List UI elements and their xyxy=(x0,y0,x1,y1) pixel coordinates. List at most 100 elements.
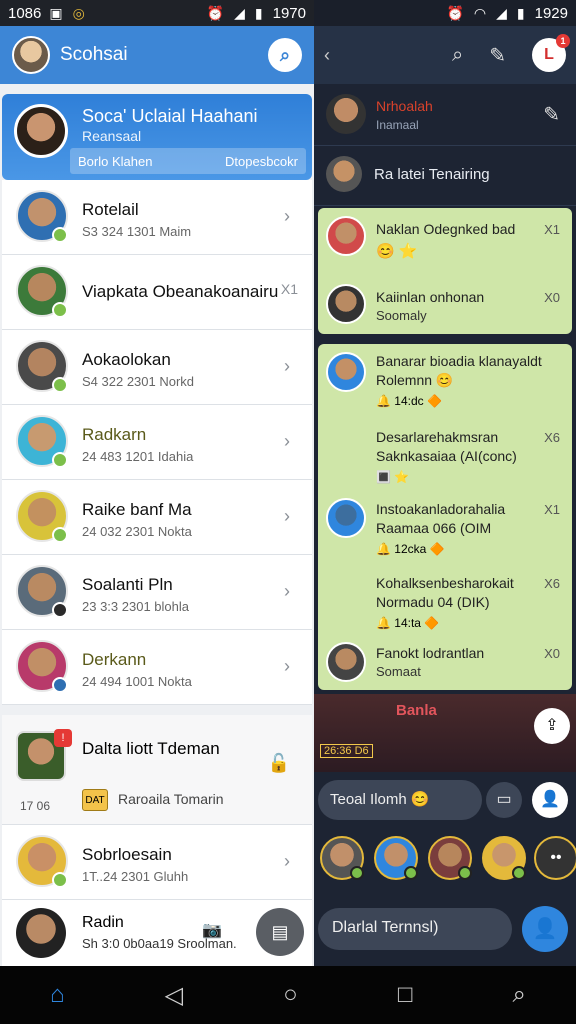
message-title: Kohalksenbesharokait xyxy=(376,575,514,591)
count-label: X1 xyxy=(544,222,560,237)
share-icon[interactable]: ⇪ xyxy=(534,708,570,744)
contact-sub: 1T..24 2301 Gluhh xyxy=(82,869,189,884)
contact-row[interactable]: Derkann 24 494 1001 Nokta › xyxy=(2,630,312,705)
detail-header: ‹ ⌕ ✎ L1 xyxy=(314,26,576,84)
contact-sub: S4 322 2301 Norkd xyxy=(82,374,195,389)
count-label: X1 xyxy=(544,502,560,517)
notification-icon[interactable]: L1 xyxy=(532,34,570,72)
screen: 1086 ▣ ◎ ⏰ ◢ ▮ 1970 ⏰ ◠ ◢ ▮ 1929 Scohsai… xyxy=(0,0,576,1024)
contact-row[interactable]: Radin Sh 3:0 0b0aa19 Sroolman. 📷 ▤ xyxy=(2,900,312,966)
message-item[interactable]: Desarlarehakmsran Saknkasaiaa (AI(conc) … xyxy=(318,424,572,496)
battery-icon: ▮ xyxy=(516,4,525,21)
compose-input[interactable]: Dlarlal Ternnsl) xyxy=(318,908,512,950)
back-icon[interactable]: ‹ xyxy=(324,45,330,66)
story-avatar[interactable] xyxy=(482,836,526,880)
message-item[interactable]: Kaiinlan onhonan Soomaly X0 xyxy=(318,274,572,334)
emoji-row: 🔔 14:ta 🔶 xyxy=(376,616,440,630)
message-item[interactable]: Fanokt lodrantlan Somaat X0 xyxy=(318,640,572,690)
message-input[interactable]: Teoal Ilomh 😊 xyxy=(318,780,482,820)
home-icon[interactable]: ⌂ xyxy=(50,981,65,1009)
message-card-2: Banarar bioadia klanayaldt Rolemnn 😊 🔔 1… xyxy=(318,344,572,690)
chevron-right-icon: › xyxy=(284,851,290,871)
contact-list: Rotelail S3 324 1301 Maim › Viapkata Obe… xyxy=(2,180,312,705)
story-avatar[interactable] xyxy=(320,836,364,880)
search-icon[interactable]: ⌕ xyxy=(452,44,463,67)
chevron-right-icon: › xyxy=(284,431,290,451)
message-title: Banarar bioadia klanayaldt xyxy=(376,353,542,369)
contact-name: Derkann xyxy=(82,650,147,669)
contact-row[interactable]: Viapkata Obeanakoanairu X1 xyxy=(2,255,312,330)
story-avatar[interactable] xyxy=(374,836,418,880)
time-text: 1086 xyxy=(8,4,42,22)
search-icon[interactable]: ⌕ xyxy=(512,981,525,1009)
emoji-row: 🔳 ⭐ xyxy=(376,470,410,484)
group-tag: DAT xyxy=(82,789,108,811)
pin-icon[interactable]: ✎ xyxy=(489,43,506,68)
message-title: Desarlarehakmsran xyxy=(376,429,499,445)
online-indicator xyxy=(52,872,68,888)
message-item[interactable]: Instoakanladorahalia Raamaa 066 (OIM 🔔 1… xyxy=(318,496,572,570)
contact-row[interactable]: Aokaolokan S4 322 2301 Norkd › xyxy=(2,330,312,405)
strip-left: Borlo Klahen xyxy=(78,153,153,169)
online-indicator xyxy=(52,227,68,243)
camera-icon[interactable]: 📷 xyxy=(202,920,222,940)
new-chat-button[interactable]: ▤ xyxy=(256,908,304,956)
chevron-right-icon: › xyxy=(284,206,290,226)
clock-text: 1970 xyxy=(272,4,306,22)
profile-avatar[interactable] xyxy=(12,36,50,74)
message-item[interactable]: Naklan Odegnked bad 😊 ⭐ X1 xyxy=(318,208,572,272)
wifi-icon: ◠ xyxy=(473,4,487,21)
group-chat-row[interactable]: ! Dalta liott Tdeman 17 06 DAT Raroaila … xyxy=(2,715,312,825)
emoji-row: 😊 ⭐ xyxy=(376,243,418,260)
contacts-button[interactable]: 👤 xyxy=(522,906,568,952)
contact-row[interactable]: Sobrloesain 1T..24 2301 Gluhh › xyxy=(2,825,312,900)
message-title-2: Normadu 04 (DIK) xyxy=(376,594,490,610)
message-item[interactable]: Banarar bioadia klanayaldt Rolemnn 😊 🔔 1… xyxy=(318,344,572,418)
group-time: 17 06 xyxy=(20,799,51,813)
detail-name: Nrhoalah xyxy=(376,98,433,114)
chat-list-panel: Scohsai ⌕ Soca' Uclaial Haahani Reansaal… xyxy=(0,26,314,966)
avatar xyxy=(326,284,366,324)
contact-row[interactable]: Raike banf Ma 24 032 2301 Nokta › xyxy=(2,480,312,555)
online-indicator xyxy=(52,377,68,393)
emoji-row: 🔔 14:dc 🔶 xyxy=(376,394,442,408)
highlighted-chat[interactable]: Soca' Uclaial Haahani Reansaal Borlo Kla… xyxy=(2,94,312,180)
chat-strip: Borlo Klahen Dtopesbcokr xyxy=(70,148,306,174)
message-title: Fanokt lodrantlan xyxy=(376,645,485,661)
edit-icon[interactable]: ✎ xyxy=(543,102,560,127)
video-time: 26:36 D6 xyxy=(320,744,373,758)
avatar xyxy=(16,908,66,958)
message-title: Instoakanladorahalia xyxy=(376,501,506,517)
lock-icon[interactable]: 🔓 xyxy=(268,753,290,774)
message-sub: Somaat xyxy=(376,664,421,679)
count-label: X1 xyxy=(280,281,298,297)
detail-sub: Inamaal xyxy=(376,118,419,132)
video-preview[interactable]: Banla 26:36 D6 ⇪ xyxy=(314,694,576,772)
more-icon[interactable]: •• xyxy=(534,836,576,880)
contact-sub: 24 494 1001 Nokta xyxy=(82,674,192,689)
online-indicator xyxy=(52,452,68,468)
story-avatar[interactable] xyxy=(428,836,472,880)
status-indicator xyxy=(52,677,68,693)
contact-row[interactable]: Radkarn 24 483 1201 Idahia › xyxy=(2,405,312,480)
message-sub: Soomaly xyxy=(376,308,427,323)
recents-icon[interactable]: □ xyxy=(398,981,413,1009)
count-label: X0 xyxy=(544,290,560,305)
section-row[interactable]: Ra latei Tenairing xyxy=(314,146,576,206)
message-title-2: Raamaa 066 (OIM xyxy=(376,520,492,536)
contact-sub: 24 032 2301 Nokta xyxy=(82,524,192,539)
back-icon[interactable]: ◁ xyxy=(165,981,183,1010)
contact-name: Soalanti Pln xyxy=(82,575,173,594)
contact-row[interactable]: Rotelail S3 324 1301 Maim › xyxy=(2,180,312,255)
detail-top-row[interactable]: Nrhoalah Inamaal ✎ xyxy=(314,84,576,146)
contact-row[interactable]: Soalanti Pln 23 3:3 2301 blohla › xyxy=(2,555,312,630)
search-icon[interactable]: ⌕ xyxy=(268,38,302,72)
profile-icon[interactable]: 👤 xyxy=(532,782,568,818)
message-item[interactable]: Kohalksenbesharokait Normadu 04 (DIK) 🔔 … xyxy=(318,570,572,640)
message-icon[interactable]: ▭ xyxy=(486,782,522,818)
home-circle-icon[interactable]: ○ xyxy=(283,981,298,1009)
message-card-1: Naklan Odegnked bad 😊 ⭐ X1 Kaiinlan onho… xyxy=(318,208,572,334)
avatar xyxy=(14,104,68,158)
online-indicator xyxy=(52,527,68,543)
contact-name: Sobrloesain xyxy=(82,845,172,864)
